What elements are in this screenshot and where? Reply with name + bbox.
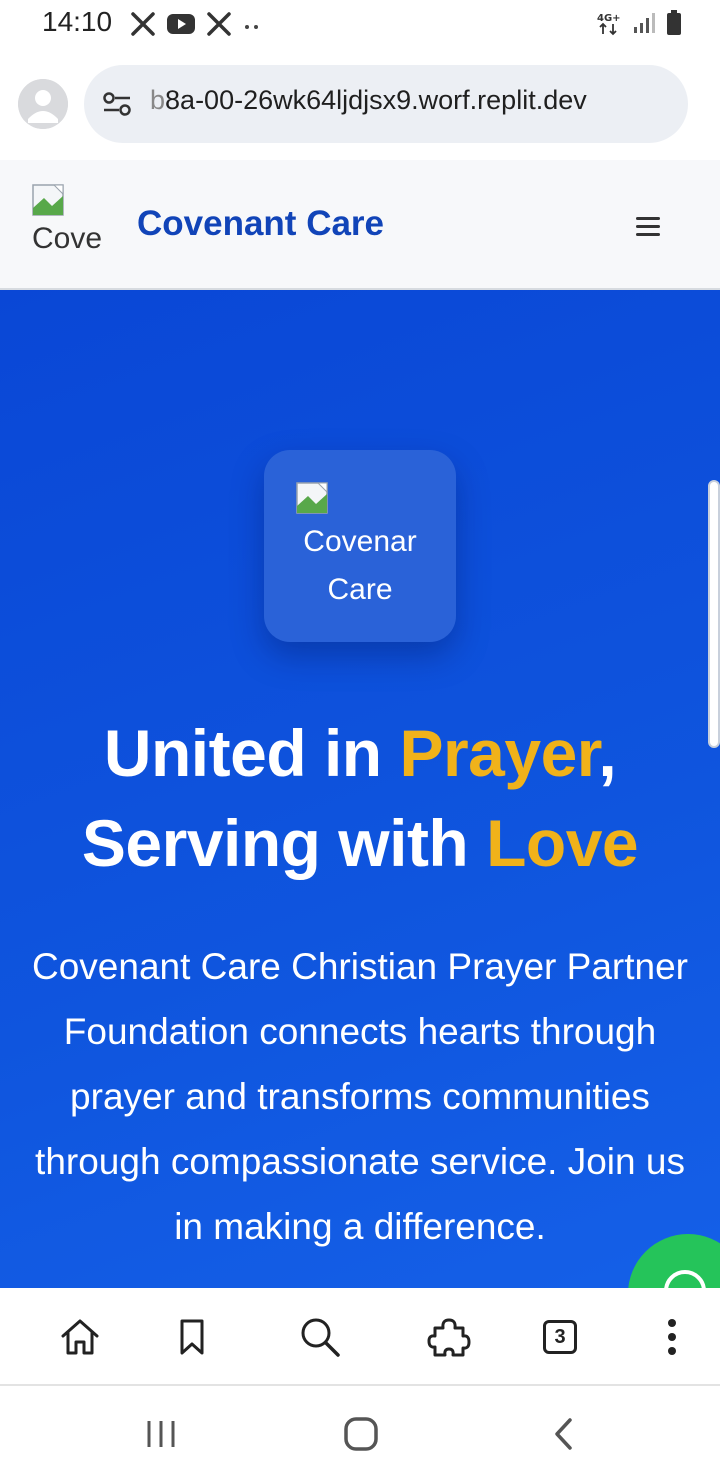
hero-logo-card: Covenar Care	[264, 450, 456, 642]
hero-logo-alt-line2: Care	[327, 573, 393, 606]
status-bar: 14:10 4G+	[0, 0, 720, 52]
url-rest: 8a-00-26wk64ljdjsx9.worf.replit.dev	[165, 85, 587, 115]
tabs-button[interactable]: 3	[537, 1314, 583, 1360]
url-field[interactable]: b8a-00-26wk64ljdjsx9.worf.replit.dev	[84, 65, 688, 143]
bookmark-button[interactable]	[169, 1314, 215, 1360]
hero-logo-alt-line1: Covenar	[303, 525, 417, 558]
bookmark-icon	[180, 1319, 204, 1355]
search-icon	[301, 1318, 340, 1357]
title-comma: ,	[598, 716, 617, 790]
notification-icons	[130, 10, 262, 38]
back-button[interactable]	[538, 1412, 588, 1456]
site-logo[interactable]: Cove	[32, 184, 122, 264]
hero-title: United in Prayer, Serving with Love	[0, 708, 720, 888]
status-time: 14:10	[42, 6, 113, 37]
url-text[interactable]: b8a-00-26wk64ljdjsx9.worf.replit.dev	[150, 85, 680, 116]
logo-alt-text: Cove	[32, 222, 103, 255]
site-settings-icon[interactable]	[102, 90, 132, 118]
more-vert-icon	[668, 1319, 676, 1355]
hero-description: Covenant Care Christian Prayer Partner F…	[31, 946, 688, 1247]
broken-image-icon	[32, 184, 64, 216]
system-icons: 4G+	[596, 10, 682, 36]
title-part3: Serving with	[81, 806, 487, 880]
x-logo-icon	[207, 12, 231, 36]
home-button-icon	[344, 1417, 378, 1451]
more-dots-icon	[245, 25, 258, 29]
person-icon	[18, 79, 68, 129]
page-scrollbar[interactable]	[708, 480, 720, 748]
recents-icon	[147, 1421, 175, 1447]
signal-icon	[634, 13, 655, 33]
extensions-icon	[427, 1318, 471, 1357]
battery-icon	[667, 10, 681, 35]
android-home-button[interactable]	[336, 1412, 386, 1456]
title-part1: United in	[103, 716, 400, 790]
svg-text:4G+: 4G+	[597, 13, 621, 24]
brand-name[interactable]: Covenant Care	[137, 204, 384, 244]
broken-image-icon	[296, 482, 328, 514]
android-nav-bar	[0, 1386, 720, 1480]
x-logo-icon	[131, 12, 155, 36]
browser-url-row: b8a-00-26wk64ljdjsx9.worf.replit.dev	[0, 52, 720, 160]
back-icon	[555, 1418, 572, 1450]
home-button[interactable]	[57, 1314, 103, 1360]
title-accent-prayer: Prayer	[399, 716, 599, 790]
youtube-icon	[167, 14, 195, 34]
site-header: Cove Covenant Care	[0, 160, 720, 290]
hero-section: Covenar Care United in Prayer, Serving w…	[0, 290, 720, 1288]
url-fade-prefix: b	[150, 85, 166, 115]
hero-logo-alt: Covenar Care	[264, 518, 456, 614]
hamburger-icon	[626, 208, 670, 236]
title-accent-love: Love	[486, 806, 639, 880]
chat-icon	[664, 1270, 706, 1288]
browser-toolbar: 3	[0, 1288, 720, 1386]
extensions-button[interactable]	[426, 1314, 472, 1360]
network-4g-icon: 4G+	[597, 13, 621, 36]
recents-button[interactable]	[136, 1412, 186, 1456]
tabs-icon: 3	[543, 1320, 577, 1354]
home-icon	[61, 1319, 99, 1355]
search-button[interactable]	[297, 1314, 343, 1360]
profile-avatar[interactable]	[18, 79, 68, 129]
more-menu-button[interactable]	[649, 1314, 695, 1360]
menu-button[interactable]	[626, 208, 670, 244]
